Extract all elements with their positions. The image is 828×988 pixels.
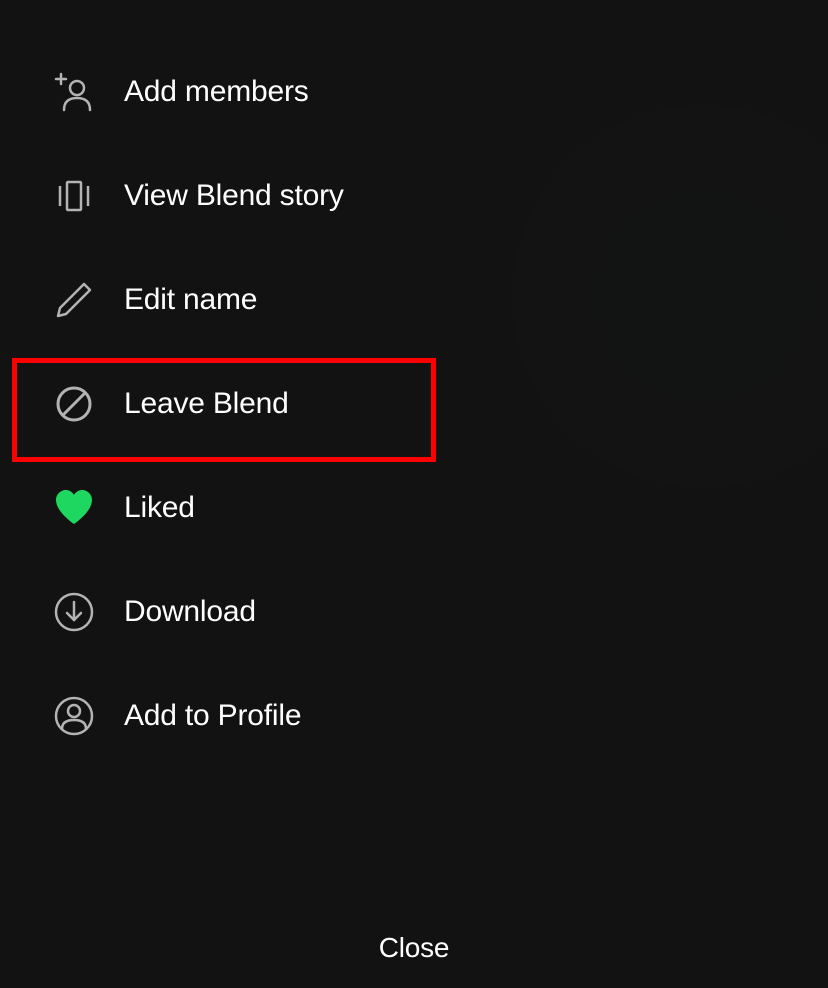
- profile-icon: [52, 694, 96, 738]
- view-blend-story-item[interactable]: View Blend story: [0, 144, 828, 248]
- menu-item-label: Add to Profile: [124, 699, 301, 733]
- menu-list: Add members View Blend story: [0, 0, 828, 906]
- context-menu-overlay: Add members View Blend story: [0, 0, 828, 988]
- close-button[interactable]: Close: [0, 906, 828, 988]
- add-members-icon: [52, 70, 96, 114]
- edit-name-item[interactable]: Edit name: [0, 248, 828, 352]
- leave-blend-item[interactable]: Leave Blend: [0, 352, 828, 456]
- heart-icon: [52, 486, 96, 530]
- menu-item-label: Leave Blend: [124, 387, 289, 421]
- download-item[interactable]: Download: [0, 560, 828, 664]
- ban-icon: [52, 382, 96, 426]
- add-to-profile-item[interactable]: Add to Profile: [0, 664, 828, 768]
- pencil-icon: [52, 278, 96, 322]
- add-members-item[interactable]: Add members: [0, 40, 828, 144]
- menu-item-label: View Blend story: [124, 179, 344, 213]
- close-label: Close: [379, 932, 450, 963]
- download-icon: [52, 590, 96, 634]
- menu-item-label: Liked: [124, 491, 195, 525]
- story-icon: [52, 174, 96, 218]
- menu-item-label: Download: [124, 595, 256, 629]
- menu-item-label: Edit name: [124, 283, 257, 317]
- liked-item[interactable]: Liked: [0, 456, 828, 560]
- menu-item-label: Add members: [124, 75, 309, 109]
